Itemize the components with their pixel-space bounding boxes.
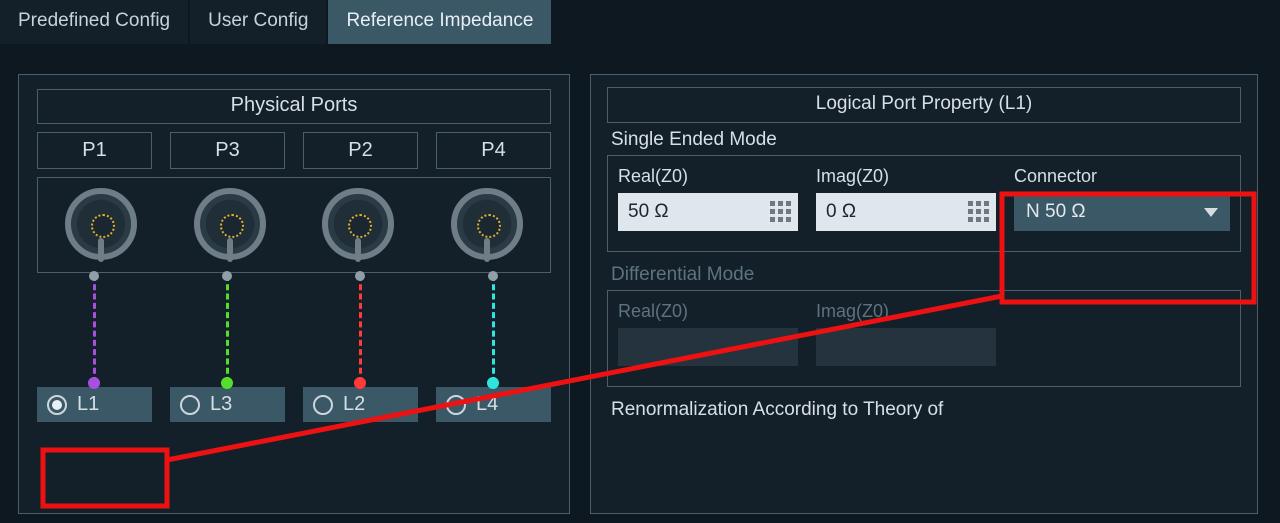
radio-icon xyxy=(47,395,67,415)
physical-ports-panel: Physical Ports P1 P3 P2 P4 L1 xyxy=(18,74,570,514)
physical-ports-title: Physical Ports xyxy=(37,89,551,124)
real-z0-label: Real(Z0) xyxy=(618,166,798,187)
diff-imag-z0-input xyxy=(816,328,996,366)
imag-z0-label: Imag(Z0) xyxy=(816,166,996,187)
logical-port-label: L2 xyxy=(343,393,365,416)
imag-z0-input[interactable]: 0 Ω xyxy=(816,193,996,231)
port-link-line xyxy=(93,275,96,383)
logical-port-label: L4 xyxy=(476,393,498,416)
radio-icon xyxy=(180,395,200,415)
port-connector-icon[interactable] xyxy=(65,188,137,260)
real-z0-value: 50 Ω xyxy=(628,201,770,223)
radio-icon xyxy=(313,395,333,415)
logical-port-l4[interactable]: L4 xyxy=(436,387,551,422)
port-link-line xyxy=(492,275,495,383)
single-ended-mode-label: Single Ended Mode xyxy=(611,129,1243,151)
keypad-icon[interactable] xyxy=(770,201,792,223)
connector-label: Connector xyxy=(1014,166,1230,187)
tab-reference-impedance[interactable]: Reference Impedance xyxy=(328,0,553,44)
real-z0-input[interactable]: 50 Ω xyxy=(618,193,798,231)
logical-port-l3[interactable]: L3 xyxy=(170,387,285,422)
port-link-line xyxy=(226,275,229,383)
tab-user-config[interactable]: User Config xyxy=(190,0,328,44)
port-head-p4: P4 xyxy=(436,132,551,169)
tab-predefined-config[interactable]: Predefined Config xyxy=(0,0,190,44)
port-link-line xyxy=(359,275,362,383)
logical-port-l2[interactable]: L2 xyxy=(303,387,418,422)
single-ended-mode-box: Real(Z0) 50 Ω Imag(Z0) 0 Ω Connector N 5… xyxy=(607,155,1241,252)
port-head-p3: P3 xyxy=(170,132,285,169)
tab-bar: Predefined Config User Config Reference … xyxy=(0,0,1280,46)
connector-dropdown[interactable]: N 50 Ω xyxy=(1014,193,1230,231)
diff-real-z0-label: Real(Z0) xyxy=(618,301,798,322)
logical-port-label: L1 xyxy=(77,393,99,416)
diff-imag-z0-label: Imag(Z0) xyxy=(816,301,996,322)
chevron-down-icon xyxy=(1204,208,1218,217)
differential-mode-box: Real(Z0) Imag(Z0) xyxy=(607,290,1241,387)
connector-value: N 50 Ω xyxy=(1026,201,1086,223)
diff-real-z0-input xyxy=(618,328,798,366)
logical-port-property-panel: Logical Port Property (L1) Single Ended … xyxy=(590,74,1258,514)
port-lines xyxy=(37,273,551,383)
port-connector-icon[interactable] xyxy=(194,188,266,260)
imag-z0-value: 0 Ω xyxy=(826,201,968,223)
port-connector-icon[interactable] xyxy=(322,188,394,260)
radio-icon xyxy=(446,395,466,415)
differential-mode-label: Differential Mode xyxy=(611,264,1243,286)
renormalization-label: Renormalization According to Theory of xyxy=(611,399,1243,421)
port-connector-icon[interactable] xyxy=(451,188,523,260)
connectors-box xyxy=(37,177,551,273)
logical-port-l1[interactable]: L1 xyxy=(37,387,152,422)
logical-port-property-title: Logical Port Property (L1) xyxy=(607,87,1241,123)
keypad-icon[interactable] xyxy=(968,201,990,223)
logical-port-label: L3 xyxy=(210,393,232,416)
port-head-p2: P2 xyxy=(303,132,418,169)
port-head-p1: P1 xyxy=(37,132,152,169)
